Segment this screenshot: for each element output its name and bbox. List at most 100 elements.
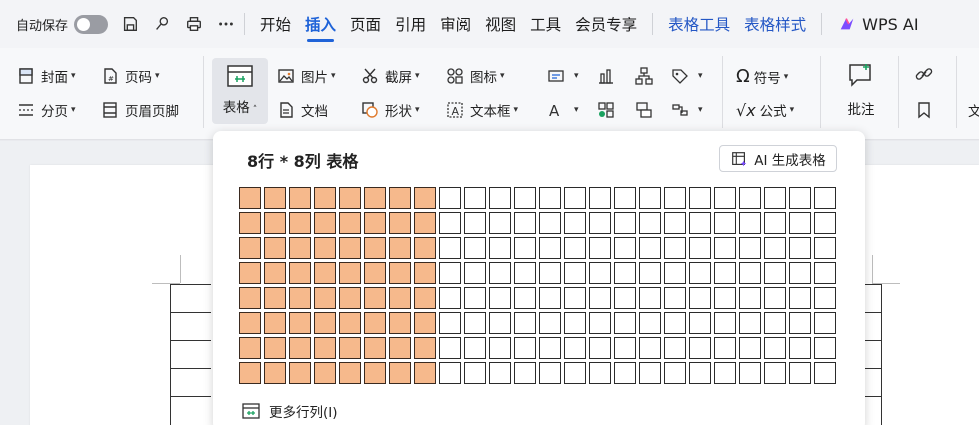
grid-cell[interactable] [614, 187, 636, 209]
grid-cell[interactable] [264, 362, 286, 384]
grid-cell[interactable] [689, 262, 711, 284]
grid-cell[interactable] [739, 187, 761, 209]
grid-cell[interactable] [314, 337, 336, 359]
cut-off-ribbon-item[interactable]: 文 [968, 100, 979, 120]
grid-cell[interactable] [814, 287, 836, 309]
grid-cell[interactable] [439, 312, 461, 334]
tab-reference[interactable]: 引用 [395, 0, 426, 48]
grid-cell[interactable] [414, 362, 436, 384]
autosave-toggle[interactable] [74, 14, 109, 34]
picture-button[interactable]: 图片 ▾ [276, 66, 336, 86]
grid-cell[interactable] [814, 187, 836, 209]
grid-cell[interactable] [814, 262, 836, 284]
screenshot-button[interactable]: 截屏 ▾ [360, 66, 420, 86]
grid-cell[interactable] [314, 362, 336, 384]
page-number-button[interactable]: # 页码 ▾ [100, 66, 160, 86]
grid-cell[interactable] [614, 262, 636, 284]
grid-cell[interactable] [389, 237, 411, 259]
grid-cell[interactable] [364, 312, 386, 334]
grid-cell[interactable] [364, 337, 386, 359]
shape-button[interactable]: 形状 ▾ [360, 100, 420, 120]
grid-cell[interactable] [539, 237, 561, 259]
grid-cell[interactable] [714, 312, 736, 334]
grid-cell[interactable] [589, 187, 611, 209]
grid-cell[interactable] [764, 212, 786, 234]
hyperlink-button[interactable] [914, 64, 939, 84]
grid-cell[interactable] [364, 187, 386, 209]
grid-cell[interactable] [489, 362, 511, 384]
grid-cell[interactable] [389, 337, 411, 359]
more-icon[interactable] [216, 14, 236, 34]
grid-cell[interactable] [489, 262, 511, 284]
grid-cell[interactable] [239, 287, 261, 309]
grid-cell[interactable] [289, 237, 311, 259]
grid-cell[interactable] [539, 312, 561, 334]
grid-cell[interactable] [239, 337, 261, 359]
grid-cell[interactable] [464, 312, 486, 334]
header-footer-button[interactable]: 页眉页脚 [100, 100, 179, 120]
grid-cell[interactable] [564, 362, 586, 384]
tab-table-style[interactable]: 表格样式 [744, 0, 806, 48]
grid-cell[interactable] [464, 262, 486, 284]
grid-cell[interactable] [464, 362, 486, 384]
grid-cell[interactable] [614, 362, 636, 384]
grid-cell[interactable] [314, 287, 336, 309]
grid-cell[interactable] [539, 187, 561, 209]
grid-cell[interactable] [314, 187, 336, 209]
grid-cell[interactable] [789, 312, 811, 334]
grid-cell[interactable] [689, 287, 711, 309]
mindmap-button[interactable] [634, 100, 659, 120]
grid-cell[interactable] [489, 337, 511, 359]
grid-cell[interactable] [264, 237, 286, 259]
grid-cell[interactable] [489, 312, 511, 334]
bookmark-button[interactable] [914, 100, 939, 120]
grid-cell[interactable] [414, 212, 436, 234]
grid-cell[interactable] [639, 337, 661, 359]
wps-ai-button[interactable]: WPS AI [838, 15, 919, 34]
tab-view[interactable]: 视图 [485, 0, 516, 48]
grid-cell[interactable] [239, 237, 261, 259]
grid-cell[interactable] [564, 262, 586, 284]
grid-cell[interactable] [814, 237, 836, 259]
grid-cell[interactable] [714, 187, 736, 209]
grid-cell[interactable] [289, 212, 311, 234]
grid-cell[interactable] [764, 287, 786, 309]
grid-cell[interactable] [739, 337, 761, 359]
grid-cell[interactable] [689, 362, 711, 384]
cover-button[interactable]: 封面 ▾ [16, 66, 76, 86]
grid-cell[interactable] [814, 362, 836, 384]
grid-cell[interactable] [564, 187, 586, 209]
grid-cell[interactable] [689, 312, 711, 334]
grid-cell[interactable] [764, 187, 786, 209]
tab-tools[interactable]: 工具 [530, 0, 561, 48]
grid-cell[interactable] [239, 187, 261, 209]
symbol-button[interactable]: Ω 符号 ▾ [736, 66, 788, 87]
grid-cell[interactable] [739, 362, 761, 384]
grid-cell[interactable] [439, 287, 461, 309]
grid-cell[interactable] [539, 287, 561, 309]
grid-cell[interactable] [539, 212, 561, 234]
grid-cell[interactable] [364, 362, 386, 384]
grid-cell[interactable] [664, 187, 686, 209]
grid-cell[interactable] [289, 287, 311, 309]
grid-cell[interactable] [564, 312, 586, 334]
tab-home[interactable]: 开始 [260, 0, 291, 48]
table-button[interactable]: 表格 ˄ [212, 58, 268, 124]
grid-cell[interactable] [664, 312, 686, 334]
save-icon[interactable] [120, 14, 140, 34]
grid-cell[interactable] [489, 187, 511, 209]
grid-cell[interactable] [564, 287, 586, 309]
grid-cell[interactable] [614, 312, 636, 334]
grid-cell[interactable] [789, 362, 811, 384]
grid-cell[interactable] [739, 237, 761, 259]
controls-button[interactable]: ▾ [670, 100, 703, 120]
grid-cell[interactable] [364, 212, 386, 234]
tab-member[interactable]: 会员专享 [575, 0, 637, 48]
grid-cell[interactable] [664, 262, 686, 284]
formula-button[interactable]: √x 公式 ▾ [736, 100, 794, 121]
grid-cell[interactable] [539, 362, 561, 384]
grid-cell[interactable] [714, 212, 736, 234]
grid-cell[interactable] [464, 287, 486, 309]
autosave[interactable]: 自动保存 [16, 14, 109, 34]
grid-cell[interactable] [639, 237, 661, 259]
